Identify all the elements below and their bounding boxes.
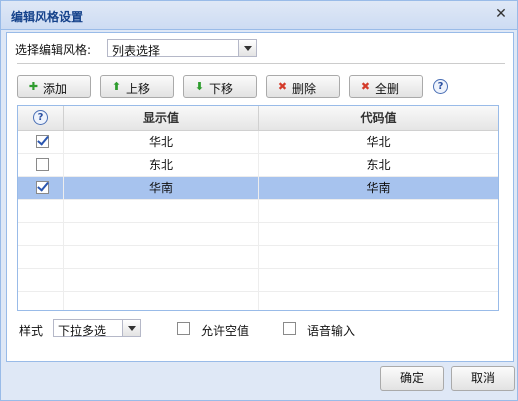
- empty-row: [18, 292, 498, 310]
- dialog-window: 编辑风格设置 ✕ 选择编辑风格: 列表选择 ✚ 添加 ⬆ 上移 ⬇ 下移 ✖ 删…: [0, 0, 518, 401]
- dialog-title: 编辑风格设置: [11, 10, 84, 24]
- delete-button-label: 删除: [292, 82, 317, 96]
- style-select-value: 列表选择: [112, 44, 161, 58]
- chevron-down-icon[interactable]: [122, 320, 140, 336]
- row-check-cell: [18, 177, 64, 199]
- divider: [17, 63, 505, 64]
- style-dropdown-value: 下拉多选: [58, 324, 107, 338]
- empty-row: [18, 246, 498, 269]
- plus-icon: ✚: [28, 80, 39, 93]
- title-bar: 编辑风格设置 ✕: [1, 1, 517, 30]
- allow-empty-label: 允许空值: [201, 324, 250, 338]
- code-value-cell: 华南: [366, 181, 391, 195]
- values-grid: ? 显示值 代码值 华北 华北 东北 东北 华南 华南: [17, 105, 499, 311]
- display-value-cell: 东北: [64, 154, 259, 176]
- row-checkbox[interactable]: [36, 135, 49, 148]
- header-code-value[interactable]: 代码值: [259, 106, 498, 130]
- grid-header: ? 显示值 代码值: [18, 106, 498, 131]
- delete-all-icon: ✖: [360, 80, 371, 93]
- arrow-down-icon: ⬇: [194, 80, 205, 93]
- chevron-down-icon[interactable]: [238, 40, 256, 56]
- row-check-cell: [18, 154, 64, 176]
- cancel-button[interactable]: 取消: [451, 366, 515, 391]
- help-icon[interactable]: ?: [33, 110, 48, 125]
- empty-row: [18, 200, 498, 223]
- voice-input-label: 语音输入: [307, 324, 356, 338]
- add-button-label: 添加: [43, 82, 68, 96]
- add-button[interactable]: ✚ 添加: [17, 75, 91, 98]
- voice-input-checkbox[interactable]: [283, 322, 296, 335]
- empty-row: [18, 269, 498, 292]
- style-label: 样式: [19, 324, 44, 338]
- delete-button[interactable]: ✖ 删除: [266, 75, 340, 98]
- arrow-up-icon: ⬆: [111, 80, 122, 93]
- table-row[interactable]: 东北 东北: [18, 154, 498, 177]
- close-icon[interactable]: ✕: [493, 6, 509, 22]
- table-row[interactable]: 华南 华南: [18, 177, 498, 200]
- header-check-column: ?: [18, 106, 64, 130]
- style-select[interactable]: 列表选择: [107, 39, 257, 58]
- row-checkbox[interactable]: [36, 158, 49, 171]
- move-down-button[interactable]: ⬇ 下移: [183, 75, 257, 98]
- display-value-cell: 华南: [64, 177, 259, 199]
- move-up-label: 上移: [126, 82, 151, 96]
- delete-all-button[interactable]: ✖ 全删: [349, 75, 423, 98]
- header-display-value[interactable]: 显示值: [64, 106, 259, 130]
- delete-x-icon: ✖: [277, 80, 288, 93]
- help-icon[interactable]: ?: [433, 79, 448, 94]
- code-value-cell: 华北: [366, 135, 391, 149]
- style-select-label: 选择编辑风格:: [15, 43, 92, 57]
- style-dropdown[interactable]: 下拉多选: [53, 319, 141, 338]
- dialog-body: 选择编辑风格: 列表选择 ✚ 添加 ⬆ 上移 ⬇ 下移 ✖ 删除 ✖ 全删 ?: [6, 32, 514, 362]
- allow-empty-checkbox[interactable]: [177, 322, 190, 335]
- display-value-cell: 华北: [64, 131, 259, 153]
- move-up-button[interactable]: ⬆ 上移: [100, 75, 174, 98]
- ok-button[interactable]: 确定: [380, 366, 444, 391]
- move-down-label: 下移: [209, 82, 234, 96]
- table-row[interactable]: 华北 华北: [18, 131, 498, 154]
- delete-all-label: 全删: [375, 82, 400, 96]
- code-value-cell: 东北: [366, 158, 391, 172]
- row-checkbox[interactable]: [36, 181, 49, 194]
- row-check-cell: [18, 131, 64, 153]
- empty-row: [18, 223, 498, 246]
